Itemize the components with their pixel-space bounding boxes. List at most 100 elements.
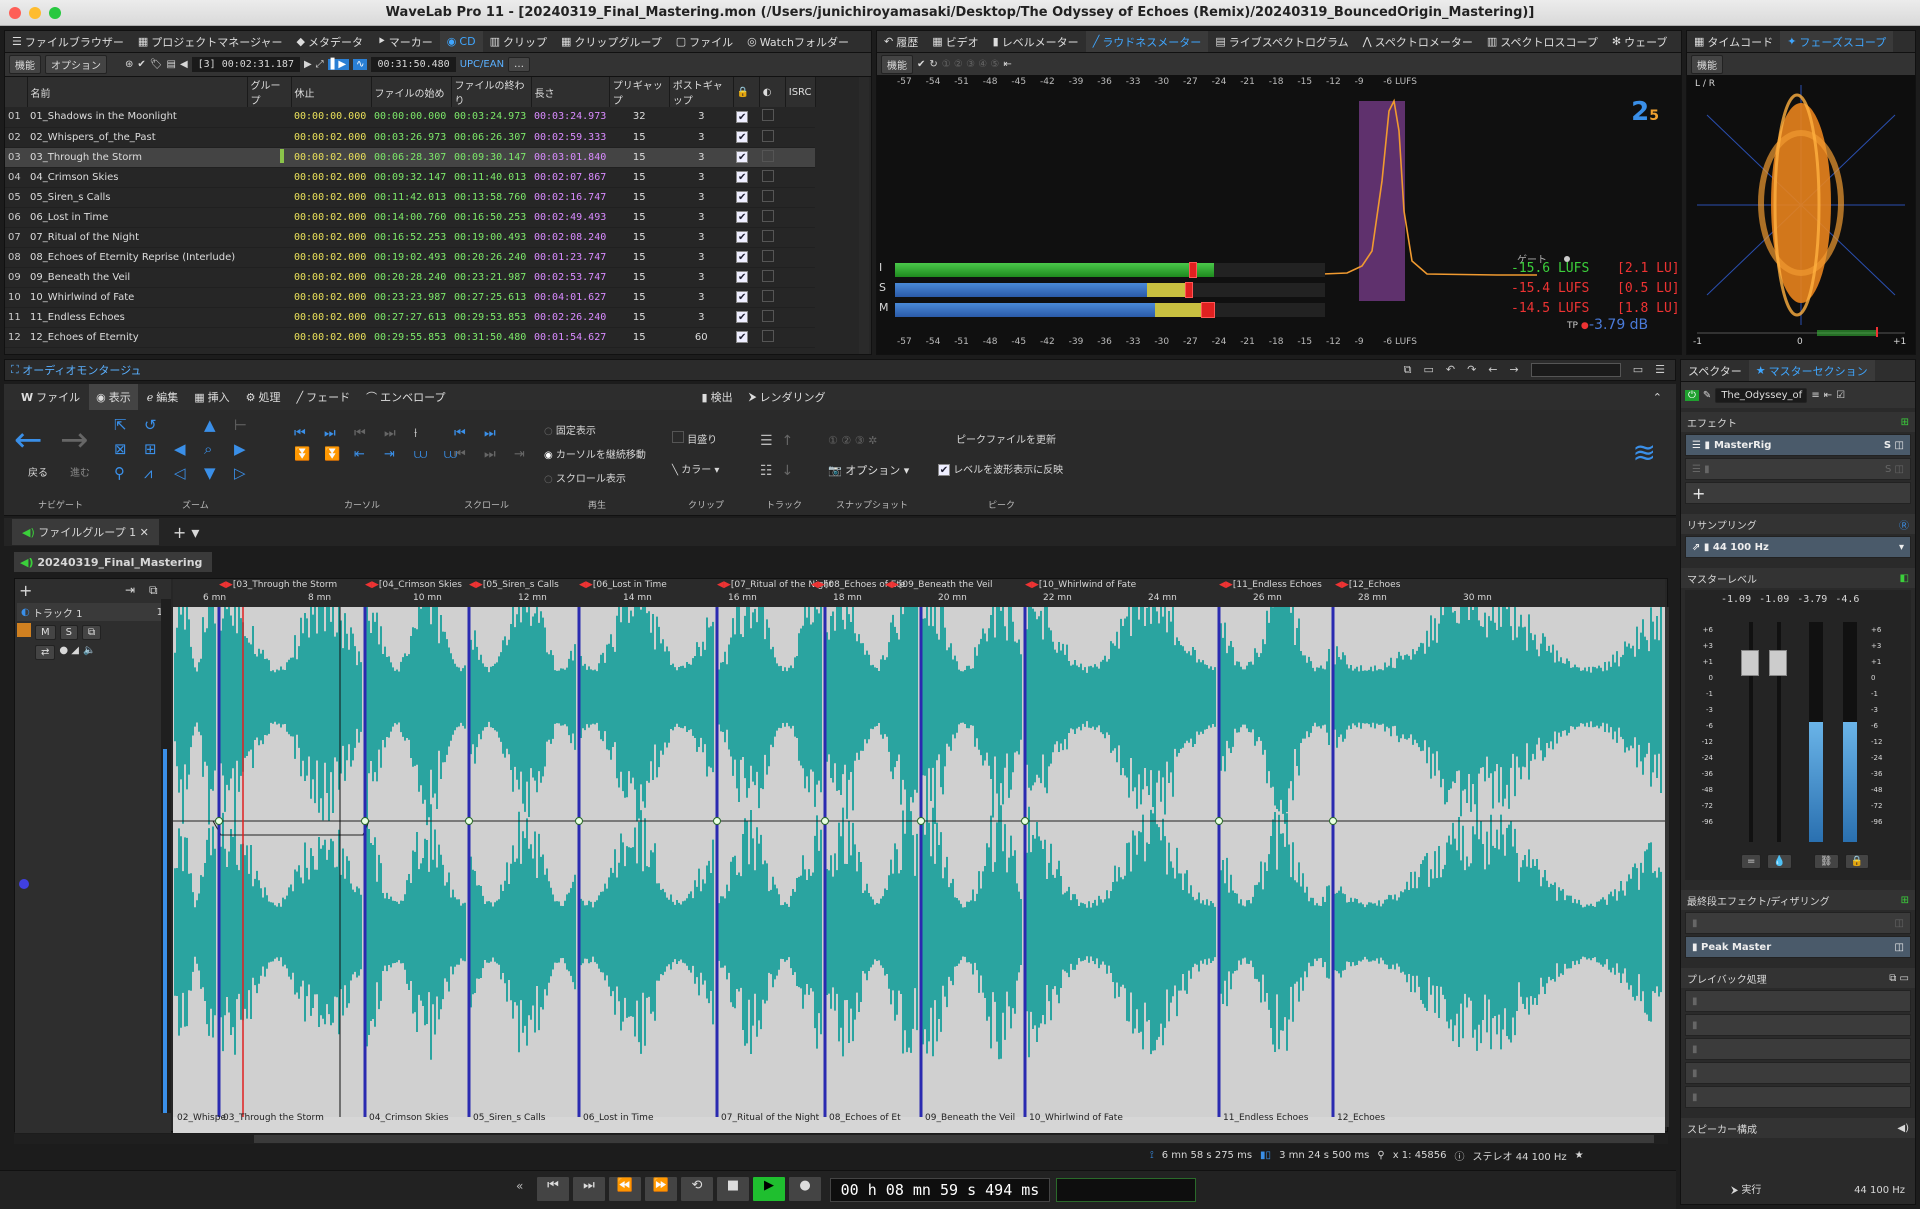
go-end-button[interactable]: ⏭ [572,1176,606,1202]
track-title[interactable]: ◐ トラック 11 [17,603,169,621]
montage-menu-icon[interactable]: ☰ [1655,363,1665,377]
tab-phasescope[interactable]: ✦ フェーズスコープ [1780,31,1894,52]
playback-icon[interactable]: ⧉ ▭ [1889,973,1909,984]
update-peak-button[interactable]: ピークファイルを更新 [938,426,1063,456]
clip-name-label[interactable]: 08_Echoes of Et [829,1113,901,1123]
time-ruler[interactable]: 6 mn 8 mn 10 mn 12 mn 14 mn 16 mn 18 mn 20 mn 22… [173,579,1665,607]
master-pen-icon[interactable]: ✎ [1703,390,1711,401]
cd-track-row[interactable]: 02 02_Whispers_of_the_Past 00:00:02.000 00:… [5,127,816,148]
zoom-down-icon[interactable]: ▼ [204,464,232,486]
prev-track-icon[interactable]: ◀ [180,59,188,70]
minimize-window-button[interactable] [29,7,41,19]
tab-loudness-meter[interactable]: ╱ ラウドネスメーター [1085,31,1209,52]
zoom-wave-icon[interactable]: ⩘ [144,464,172,486]
tab-spectrometer[interactable]: ⋀ スペクトロメーター [1356,31,1480,52]
playback-slot-4[interactable]: ▮ [1685,1062,1911,1084]
speaker-icon[interactable]: ◀) [1897,1123,1909,1134]
func-button[interactable]: 機能 [9,55,41,74]
lock-checkbox[interactable]: ✔ [736,110,749,123]
cursor-icon[interactable]: ▌▶ [327,59,350,70]
zoom-h-icon[interactable]: ⊞ [144,440,172,462]
col-name[interactable]: 名前 [27,77,248,107]
cd-track-row[interactable]: 11 11_Endless Echoes 00:00:02.000 00:27:27.… [5,307,816,328]
resampling-icon[interactable]: Ⓡ [1899,517,1909,532]
lock-checkbox[interactable]: ✔ [736,151,749,163]
track-record-icon[interactable]: ● ◢ [59,645,79,660]
meter-back-icon[interactable]: ⇤ [1003,59,1011,70]
menu-detect[interactable]: ▮ 検出 [695,384,740,410]
check-icon[interactable]: ✔ [137,59,145,70]
clip-name-label[interactable]: 04_Crimson Skies [369,1113,449,1123]
upc-label[interactable]: UPC/EAN [460,59,504,70]
document-tab[interactable]: ◀) 20240319_Final_Mastering [14,552,212,572]
menu-insert[interactable]: ▦ 挿入 [187,384,236,410]
col-postgap[interactable]: ポストギャップ [669,77,734,107]
track-envelope-dot[interactable] [19,879,29,889]
scroll-start-icon[interactable]: ⏮ [454,426,478,441]
playback-slot-3[interactable]: ▮ [1685,1038,1911,1060]
col-file-start[interactable]: ファイルの始め [371,77,452,107]
waveform-area[interactable]: 6 mn 8 mn 10 mn 12 mn 14 mn 16 mn 18 mn 20 mn 22… [173,579,1665,1133]
effects-add-icon[interactable]: ⊞ [1901,417,1909,428]
envelope-point[interactable] [1021,817,1029,825]
emphasis-checkbox[interactable] [762,269,775,282]
menu-render[interactable]: ⮞ レンダリング [742,384,833,410]
montage-back-icon[interactable]: ← [1488,363,1497,377]
tab-spectroscope[interactable]: ▥ スペクトロスコープ [1480,31,1605,52]
emphasis-checkbox[interactable] [762,149,775,162]
playback-slot-2[interactable]: ▮ [1685,1014,1911,1036]
menu-edit[interactable]: ℯ 編集 [140,384,186,410]
lock-icon[interactable]: 🔒 [733,77,760,107]
cd-marker[interactable]: ◀▶[10_Whirlwind of Fate [1025,580,1136,590]
menu-process[interactable]: ⚙ 処理 [239,384,288,410]
effect-slot-masterrig[interactable]: ☰ ▮ MasterRig S ◫ [1685,434,1911,456]
envelope-point[interactable] [821,817,829,825]
emphasis-icon[interactable]: ◐ [759,77,786,107]
nav-forward-icon[interactable]: → [60,420,89,460]
lock-checkbox[interactable]: ✔ [736,191,749,203]
master-lock-icon[interactable]: 🔒 [1844,854,1869,869]
doc-icon[interactable]: ▤ [166,59,175,70]
zoom-right-icon[interactable]: ▶ [234,440,262,462]
envelope-point[interactable] [1215,817,1223,825]
cd-marker[interactable]: ◀▶[03_Through the Storm [219,580,337,590]
ruler-checkbox[interactable]: 目盛り [672,426,719,456]
menu-fade[interactable]: ╱ フェード [290,384,358,410]
clip-name-label[interactable]: 07_Ritual of the Night [721,1113,819,1123]
clip-name-label[interactable]: 11_Endless Echoes [1223,1113,1308,1123]
color-dropdown[interactable]: ╲ カラー ▾ [672,456,719,486]
track-speaker-icon[interactable]: 🔈 [83,645,95,660]
add-effect-icon[interactable]: + [1685,482,1911,504]
transport-time[interactable]: 00 h 08 mn 59 s 494 ms [830,1178,1050,1202]
fader-right[interactable] [1769,650,1787,676]
tab-live-spectrogram[interactable]: ▤ ライブスペクトログラム [1208,31,1355,52]
envelope-point[interactable] [575,817,583,825]
tab-master-section[interactable]: ★ マスターセクション [1748,360,1875,381]
master-preset-field[interactable]: The_Odyssey_of [1715,387,1808,403]
solo-button[interactable]: S [59,625,78,640]
envelope-point[interactable] [361,817,369,825]
cd-track-row[interactable]: 06 06_Lost in Time 00:00:02.000 00:14:00.76… [5,207,816,228]
next-track-icon[interactable]: ▶ [304,59,312,70]
info-icon[interactable]: ⓘ [1455,1148,1465,1163]
cd-track-row[interactable]: 08 08_Echoes of Eternity Reprise (Interlu… [5,247,816,268]
play-follow-radio[interactable]: ◉ カーソルを継続移動 [544,444,646,468]
montage-tool-icon[interactable]: ⧉ [1404,363,1412,377]
cursor-snap1-icon[interactable]: ⩊ [414,447,438,462]
zoom-fit-icon[interactable]: ⊠ [114,440,142,462]
tab-wave[interactable]: ✻ ウェーブ [1605,31,1675,52]
play-button[interactable]: ▶ [752,1176,786,1202]
clip-name-label[interactable]: 12_Echoes [1337,1113,1385,1123]
cd-track-row[interactable]: 05 05_Siren_s Calls 00:00:02.000 00:11:42.0… [5,187,816,208]
cd-marker[interactable]: ◀▶[04_Crimson Skies [365,580,462,590]
effect-slot-empty[interactable]: ☰ ▮ S ◫ [1685,458,1911,480]
cursor-r-icon[interactable]: ⇥ [384,447,408,462]
meter-func-button[interactable]: 機能 [881,54,913,74]
fader-left[interactable] [1741,650,1759,676]
zoom-left-icon[interactable]: ◀ [174,440,202,462]
wave-vscroll[interactable] [1665,607,1669,1127]
zoom-search-icon[interactable]: ⚲ [114,464,142,486]
tab-timecode[interactable]: ▦ タイムコード [1687,31,1780,52]
lock-checkbox[interactable]: ✔ [736,211,749,223]
lock-checkbox[interactable]: ✔ [736,271,749,283]
